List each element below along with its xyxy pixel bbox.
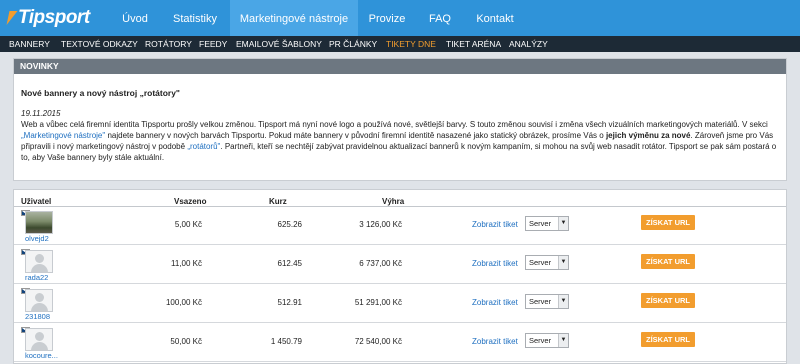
- username-link[interactable]: 231808: [25, 312, 50, 321]
- get-url-button[interactable]: ZÍSKAT URL: [641, 215, 695, 230]
- chevron-down-icon: ▼: [558, 334, 568, 347]
- odds-cell: 612.45: [277, 259, 302, 268]
- subnav-emailove-sablony[interactable]: EMAILOVÉ ŠABLONY: [236, 36, 322, 52]
- avatar-bust: [31, 303, 48, 311]
- marketing-tools-link[interactable]: „Marketingové nástroje": [21, 131, 105, 140]
- news-panel: NOVINKY Nové bannery a nový nástroj „rot…: [13, 58, 787, 181]
- avatar[interactable]: [25, 250, 53, 273]
- server-select-value: Server: [529, 297, 552, 306]
- column-header-user: Uživatel: [21, 197, 52, 206]
- odds-cell: 625.26: [277, 220, 302, 229]
- news-text-part: Web a vůbec celá firemní identita Tipspo…: [21, 120, 768, 129]
- subnav-feedy[interactable]: FEEDY: [199, 36, 227, 52]
- tipsport-logo[interactable]: Tipsport: [6, 7, 90, 29]
- win-cell: 6 737,00 Kč: [359, 259, 402, 268]
- nav-tab-statistiky[interactable]: Statistiky: [160, 0, 230, 36]
- avatar-head: [35, 293, 44, 302]
- news-text-bold: jejich výměnu za nové: [605, 131, 691, 140]
- subnav-rotatory[interactable]: ROTÁTORY: [145, 36, 192, 52]
- avatar[interactable]: [25, 211, 53, 234]
- stake-cell: 11,00 Kč: [171, 259, 202, 268]
- avatar-bust: [31, 264, 48, 272]
- news-text-part: najdete bannery v nových barvách Tipspor…: [105, 131, 606, 140]
- news-panel-header: NOVINKY: [14, 59, 786, 74]
- top-navigation: Tipsport Úvod Statistiky Marketingové ná…: [0, 0, 800, 36]
- table-row: kocoure... 50,00 Kč 1 450.79 72 540,00 Kč Zo…: [14, 324, 786, 362]
- tickets-table: Uživatel Vsazeno Kurz Výhra olvejd2 5,00 …: [13, 189, 787, 364]
- stake-cell: 50,00 Kč: [170, 337, 202, 346]
- subnav-bannery[interactable]: BANNERY: [9, 36, 50, 52]
- win-cell: 72 540,00 Kč: [354, 337, 402, 346]
- subnav-tiket-arena[interactable]: TIKET ARÉNA: [446, 36, 501, 52]
- avatar-bust: [31, 342, 48, 350]
- view-ticket-link[interactable]: Zobrazit tiket: [472, 298, 518, 307]
- username-link[interactable]: olvejd2: [25, 234, 49, 243]
- server-select-value: Server: [529, 219, 552, 228]
- nav-tab-faq[interactable]: FAQ: [416, 0, 464, 36]
- column-header-stake: Vsazeno: [174, 197, 207, 206]
- avatar-head: [35, 254, 44, 263]
- get-url-button[interactable]: ZÍSKAT URL: [641, 293, 695, 308]
- subnav-textove-odkazy[interactable]: TEXTOVÉ ODKAZY: [61, 36, 138, 52]
- win-cell: 3 126,00 Kč: [359, 220, 402, 229]
- avatar[interactable]: [25, 289, 53, 312]
- chevron-down-icon: ▼: [558, 217, 568, 230]
- stake-cell: 100,00 Kč: [165, 298, 202, 307]
- table-row: olvejd2 5,00 Kč 625.26 3 126,00 Kč Zobrazit …: [14, 207, 786, 245]
- column-header-odds: Kurz: [269, 197, 287, 206]
- odds-cell: 512.91: [277, 298, 302, 307]
- table-row: rada22 11,00 Kč 612.45 6 737,00 Kč Zobrazit …: [14, 246, 786, 284]
- avatar-head: [35, 332, 44, 341]
- sub-navigation: BANNERY TEXTOVÉ ODKAZY ROTÁTORY FEEDY EM…: [0, 36, 800, 52]
- server-select[interactable]: Server ▼: [525, 255, 569, 270]
- nav-tab-provize[interactable]: Provize: [358, 0, 416, 36]
- news-text: Web a vůbec celá firemní identita Tipspo…: [21, 119, 777, 163]
- subnav-tikety-dne[interactable]: TIKETY DNE: [386, 36, 436, 52]
- column-header-win: Výhra: [382, 197, 405, 206]
- odds-cell: 1 450.79: [270, 337, 302, 346]
- nav-tab-marketingove-nastroje[interactable]: Marketingové nástroje: [230, 0, 358, 36]
- server-select[interactable]: Server ▼: [525, 294, 569, 309]
- subnav-analyzy[interactable]: ANALÝZY: [509, 36, 548, 52]
- nav-tab-uvod[interactable]: Úvod: [110, 0, 160, 36]
- logo-text: Tipsport: [18, 7, 90, 28]
- table-row: 231808 100,00 Kč 512.91 51 291,00 Kč Zobrazi…: [14, 285, 786, 323]
- view-ticket-link[interactable]: Zobrazit tiket: [472, 337, 518, 346]
- avatar[interactable]: [25, 328, 53, 351]
- username-link[interactable]: rada22: [25, 273, 48, 282]
- win-cell: 51 291,00 Kč: [354, 298, 402, 307]
- news-date: 19.11.2015: [21, 109, 61, 118]
- server-select[interactable]: Server ▼: [525, 333, 569, 348]
- username-link[interactable]: kocoure...: [25, 351, 58, 360]
- rotators-link[interactable]: „rotátorů": [187, 142, 220, 151]
- stake-cell: 5,00 Kč: [174, 220, 202, 229]
- subnav-pr-clanky[interactable]: PR ČLÁNKY: [329, 36, 377, 52]
- view-ticket-link[interactable]: Zobrazit tiket: [472, 220, 518, 229]
- get-url-button[interactable]: ZÍSKAT URL: [641, 332, 695, 347]
- server-select[interactable]: Server ▼: [525, 216, 569, 231]
- logo-check-icon: [6, 11, 18, 25]
- chevron-down-icon: ▼: [558, 256, 568, 269]
- chevron-down-icon: ▼: [558, 295, 568, 308]
- get-url-button[interactable]: ZÍSKAT URL: [641, 254, 695, 269]
- view-ticket-link[interactable]: Zobrazit tiket: [472, 259, 518, 268]
- server-select-value: Server: [529, 336, 552, 345]
- nav-tab-kontakt[interactable]: Kontakt: [464, 0, 526, 36]
- server-select-value: Server: [529, 258, 552, 267]
- news-title: Nové bannery a nový nástroj „rotátory": [21, 88, 180, 98]
